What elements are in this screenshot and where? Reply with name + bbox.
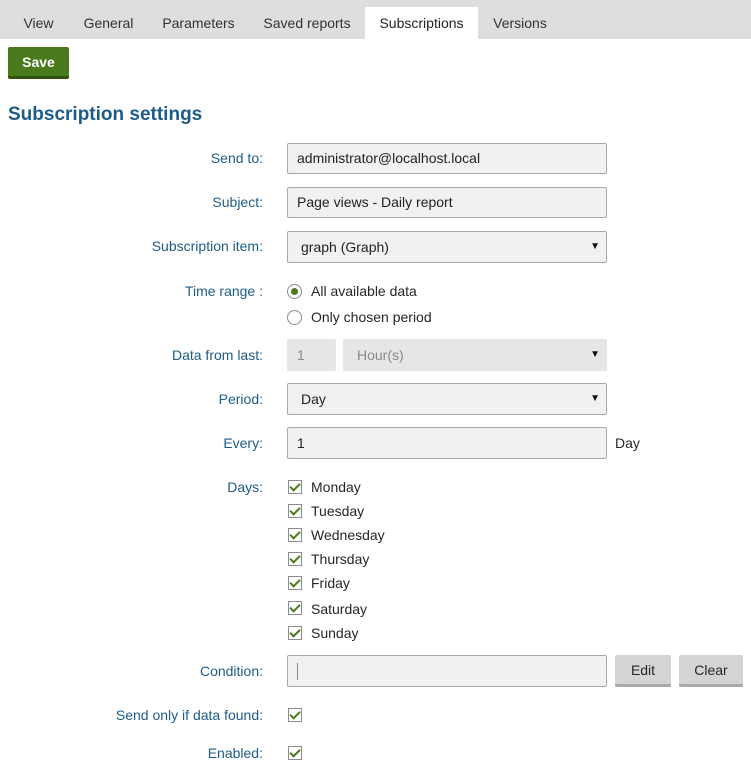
day-label-wednesday[interactable]: Wednesday — [311, 527, 385, 543]
chevron-down-icon: ▼ — [590, 349, 600, 360]
day-label-saturday[interactable]: Saturday — [311, 601, 367, 617]
subscription-item-label: Subscription item: — [151, 238, 263, 254]
radio-only-chosen-period[interactable] — [287, 310, 302, 325]
time-range-label: Time range : — [184, 283, 263, 299]
clear-condition-button[interactable]: Clear — [679, 655, 743, 687]
every-unit: Day — [615, 435, 640, 451]
data-from-last-number: 1 — [287, 339, 336, 371]
checkbox-thursday[interactable] — [288, 552, 302, 566]
radio-label-only-chosen-period[interactable]: Only chosen period — [311, 309, 432, 325]
radio-all-available-data[interactable] — [287, 284, 302, 299]
page-title: Subscription settings — [8, 104, 203, 125]
period-value: Day — [301, 391, 326, 407]
save-button[interactable]: Save — [8, 47, 69, 79]
day-label-sunday[interactable]: Sunday — [311, 625, 358, 641]
checkbox-sunday[interactable] — [288, 626, 302, 640]
subscription-item-select[interactable]: graph (Graph) ▼ — [287, 231, 607, 263]
day-label-monday[interactable]: Monday — [311, 479, 361, 495]
checkbox-tuesday[interactable] — [288, 504, 302, 518]
tab-parameters[interactable]: Parameters — [148, 7, 249, 39]
period-select[interactable]: Day ▼ — [287, 383, 607, 415]
send-to-field[interactable]: administrator@localhost.local — [287, 143, 607, 174]
checkbox-monday[interactable] — [288, 480, 302, 494]
day-label-tuesday[interactable]: Tuesday — [311, 503, 364, 519]
condition-label: Condition: — [199, 663, 263, 679]
tab-saved-reports[interactable]: Saved reports — [249, 7, 365, 39]
tab-versions[interactable]: Versions — [478, 7, 562, 39]
checkbox-send-only-if-data[interactable] — [288, 708, 302, 722]
checkbox-friday[interactable] — [288, 576, 302, 590]
tab-bar: View General Parameters Saved reports Su… — [0, 0, 751, 39]
every-field[interactable]: 1 — [287, 427, 607, 459]
checkbox-enabled[interactable] — [288, 746, 302, 760]
condition-field[interactable] — [287, 655, 607, 687]
checkbox-wednesday[interactable] — [288, 528, 302, 542]
data-from-last-label: Data from last: — [171, 347, 263, 363]
send-to-label: Send to: — [210, 150, 263, 166]
day-label-thursday[interactable]: Thursday — [311, 551, 369, 567]
tab-subscriptions[interactable]: Subscriptions — [365, 7, 478, 39]
every-label: Every: — [223, 435, 263, 451]
data-from-last-unit-value: Hour(s) — [357, 347, 404, 363]
subscription-item-value: graph (Graph) — [301, 239, 389, 255]
chevron-down-icon: ▼ — [590, 393, 600, 404]
checkbox-saturday[interactable] — [288, 601, 302, 615]
subject-field[interactable]: Page views - Daily report — [287, 187, 607, 218]
data-from-last-unit-select: Hour(s) ▼ — [343, 339, 607, 371]
edit-condition-button[interactable]: Edit — [615, 655, 671, 687]
enabled-label: Enabled: — [207, 745, 263, 761]
day-label-friday[interactable]: Friday — [311, 575, 350, 591]
tab-view[interactable]: View — [8, 7, 69, 39]
subject-label: Subject: — [212, 194, 263, 210]
text-cursor — [297, 663, 298, 680]
radio-label-all-available-data[interactable]: All available data — [311, 283, 417, 299]
tab-general[interactable]: General — [69, 7, 148, 39]
days-label: Days: — [227, 479, 263, 495]
period-label: Period: — [218, 391, 263, 407]
send-only-if-data-label: Send only if data found: — [115, 707, 263, 723]
chevron-down-icon: ▼ — [590, 241, 600, 252]
